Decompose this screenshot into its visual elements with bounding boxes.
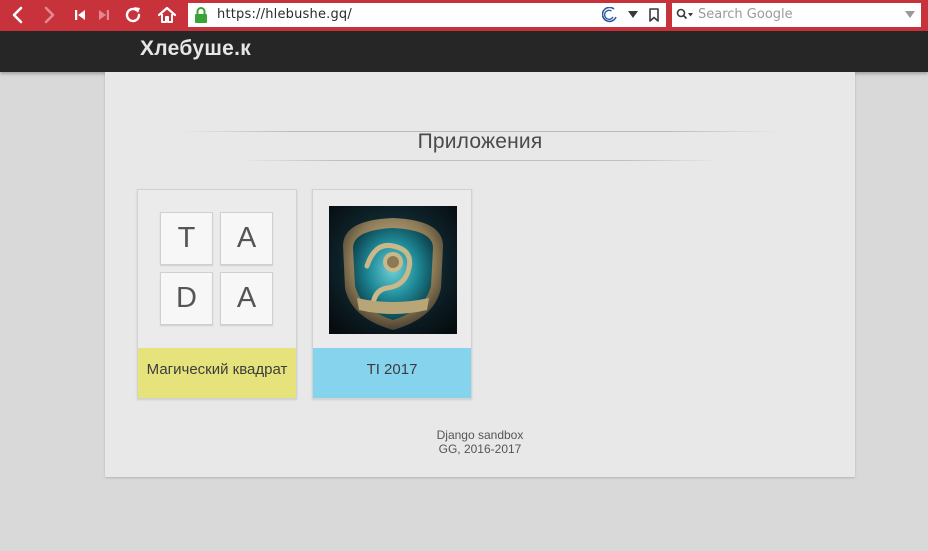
search-bar[interactable]: Search Google bbox=[672, 3, 921, 27]
first-page-button[interactable] bbox=[68, 3, 92, 27]
app-card-label[interactable]: TI 2017 bbox=[313, 348, 471, 398]
site-logo[interactable]: Хлебуше.к bbox=[140, 37, 251, 61]
home-button[interactable] bbox=[155, 3, 179, 27]
forward-button[interactable] bbox=[38, 3, 62, 27]
letter-tile: D bbox=[160, 272, 213, 325]
lock-icon bbox=[195, 7, 207, 23]
content-panel: Приложения T A D A Магический квадрат TI… bbox=[105, 72, 855, 477]
back-button[interactable] bbox=[5, 3, 29, 27]
forward-arrow-icon bbox=[44, 6, 55, 24]
dropdown-arrow-icon[interactable] bbox=[625, 7, 641, 23]
aegis-shield-image bbox=[329, 206, 457, 334]
browser-toolbar: https://hlebushe.gq/ Search Google bbox=[0, 0, 928, 31]
back-arrow-icon bbox=[12, 6, 23, 24]
letter-tile: A bbox=[220, 272, 273, 325]
footer: Django sandbox GG, 2016-2017 bbox=[105, 428, 855, 456]
footer-line: GG, 2016-2017 bbox=[438, 442, 522, 456]
footer-line: Django sandbox bbox=[436, 428, 524, 442]
url-text[interactable]: https://hlebushe.gq/ bbox=[217, 3, 352, 27]
skip-back-icon bbox=[75, 10, 85, 20]
address-bar[interactable]: https://hlebushe.gq/ bbox=[188, 3, 666, 27]
skip-forward-icon bbox=[99, 10, 109, 20]
site-header: Хлебуше.к bbox=[0, 31, 928, 72]
search-dropdown-icon[interactable] bbox=[905, 11, 915, 19]
letter-tile: T bbox=[160, 212, 213, 265]
search-placeholder[interactable]: Search Google bbox=[698, 3, 793, 27]
section-title: Приложения bbox=[417, 130, 543, 153]
bookmark-icon[interactable] bbox=[646, 7, 662, 23]
letter-tile: A bbox=[220, 212, 273, 265]
divider bbox=[240, 160, 720, 161]
app-card-magic-square[interactable]: T A D A Магический квадрат bbox=[137, 189, 297, 399]
reload-icon bbox=[125, 7, 141, 23]
search-icon bbox=[676, 8, 693, 20]
reload-button[interactable] bbox=[121, 3, 145, 27]
app-card-ti2017[interactable]: TI 2017 bbox=[312, 189, 472, 399]
app-card-label[interactable]: Магический квадрат bbox=[138, 348, 296, 398]
last-page-button[interactable] bbox=[92, 3, 116, 27]
home-icon bbox=[157, 6, 177, 23]
reader-icon[interactable] bbox=[602, 7, 618, 23]
